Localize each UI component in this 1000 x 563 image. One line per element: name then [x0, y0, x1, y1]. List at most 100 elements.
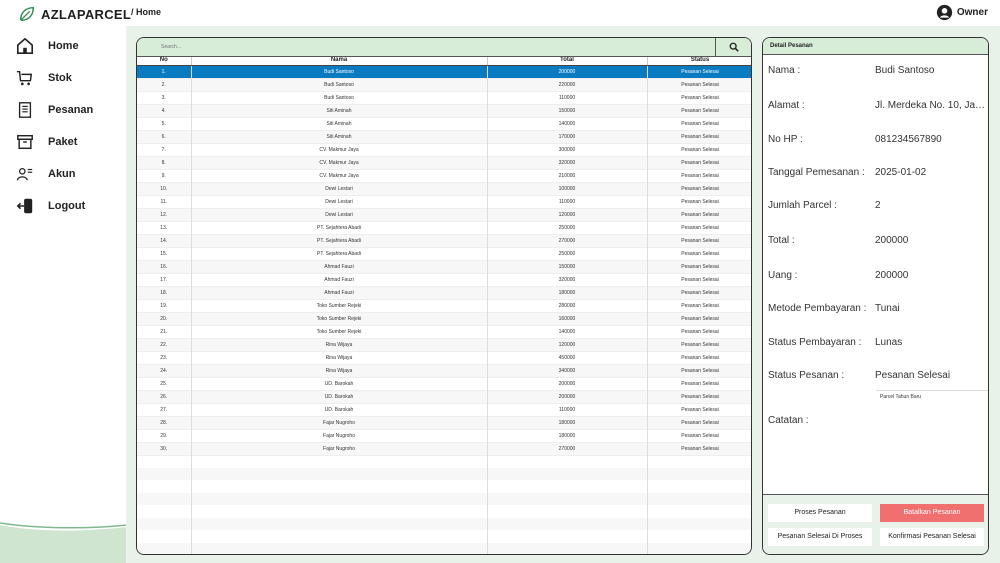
column-header-no[interactable]: No [137, 57, 192, 66]
cell-no: 26. [137, 390, 192, 403]
table-row[interactable]: 8. CV. Makmur Jaya 320000 Pesanan Selesai [137, 156, 751, 169]
detail-label: Tanggal Pemesanan : [768, 167, 865, 178]
sidebar-item-pesanan[interactable]: Pesanan [16, 101, 93, 119]
table-row[interactable]: 1. Budi Santoso 200000 Pesanan Selesai [137, 65, 751, 78]
detail-label: Metode Pembayaran : [768, 303, 867, 314]
table-row[interactable]: 22. Rina Wijaya 120000 Pesanan Selesai [137, 338, 751, 351]
cell-total: 110000 [487, 195, 648, 208]
cell-status: Pesanan Selesai [647, 182, 751, 195]
table-row[interactable]: 13. PT. Sejahtera Abadi 250000 Pesanan Sele… [137, 221, 751, 234]
logout-icon [16, 198, 33, 214]
cell-total: 110000 [487, 403, 648, 416]
cell-no: 14. [137, 234, 192, 247]
table-row[interactable]: 11. Dewi Lestari 110000 Pesanan Selesai [137, 195, 751, 208]
table-row[interactable]: 26. UD. Barokah 200000 Pesanan Selesai [137, 390, 751, 403]
table-row[interactable]: 29. Fajar Nugroho 180000 Pesanan Selesai [137, 429, 751, 442]
sidebar-item-paket[interactable]: Paket [16, 133, 77, 151]
confirm-complete-button[interactable]: Konfirmasi Pesanan Selesai [880, 528, 984, 546]
search-button[interactable] [715, 38, 751, 56]
process-order-button[interactable]: Proses Pesanan [768, 504, 872, 522]
table-row[interactable]: 4. Siti Aminah 150000 Pesanan Selesai [137, 104, 751, 117]
cell-nama: PT. Sejahtera Abadi [191, 234, 488, 247]
table-row[interactable]: 28. Fajar Nugroho 180000 Pesanan Selesai [137, 416, 751, 429]
table-row[interactable]: 23. Rina Wijaya 450000 Pesanan Selesai [137, 351, 751, 364]
table-row[interactable]: 9. CV. Makmur Jaya 210000 Pesanan Selesai [137, 169, 751, 182]
column-header-total[interactable]: Total [487, 57, 648, 66]
cell-total: 140000 [487, 325, 648, 338]
sidebar: Home Stok Pesanan Paket Akun Logout [0, 26, 127, 563]
detail-row: No HP : 081234567890 [768, 134, 987, 145]
cancel-order-button[interactable]: Batalkan Pesanan [880, 504, 984, 522]
detail-row: Total : 200000 [768, 235, 987, 246]
note-field[interactable]: Parcel Tahun Baru [876, 390, 988, 495]
table-row[interactable]: 3. Budi Santoso 110000 Pesanan Selesai [137, 91, 751, 104]
sidebar-item-label: Pesanan [48, 104, 94, 116]
table-row[interactable]: 5. Siti Aminah 140000 Pesanan Selesai [137, 117, 751, 130]
empty-cell [137, 505, 192, 518]
empty-table-row [137, 505, 751, 518]
table-row[interactable]: 30. Fajar Nugroho 270000 Pesanan Selesai [137, 442, 751, 455]
table-row[interactable]: 10. Dewi Lestari 100000 Pesanan Selesai [137, 182, 751, 195]
detail-value: Budi Santoso [875, 65, 935, 76]
empty-cell [137, 467, 192, 480]
order-processed-button[interactable]: Pesanan Selesai Di Proses [768, 528, 872, 546]
cell-nama: Dewi Lestari [191, 208, 488, 221]
cell-no: 15. [137, 247, 192, 260]
empty-cell [191, 530, 488, 543]
cell-status: Pesanan Selesai [647, 442, 751, 455]
empty-cell [487, 467, 648, 480]
top-bar: AZLAPARCEL / Home Owner [0, 0, 1000, 26]
empty-cell [487, 480, 648, 493]
table-row[interactable]: 20. Toko Sumber Rejeki 160000 Pesanan Seles… [137, 312, 751, 325]
table-row[interactable]: 24. Rina Wijaya 340000 Pesanan Selesai [137, 364, 751, 377]
cell-status: Pesanan Selesai [647, 377, 751, 390]
cell-status: Pesanan Selesai [647, 325, 751, 338]
search-input[interactable] [137, 38, 715, 56]
cell-nama: Ahmad Fauzi [191, 273, 488, 286]
column-header-status[interactable]: Status [647, 57, 751, 66]
table-header-row: No Nama Total Status [137, 57, 751, 66]
cell-no: 7. [137, 143, 192, 156]
cell-no: 30. [137, 442, 192, 455]
sidebar-item-stok[interactable]: Stok [16, 69, 72, 87]
empty-cell [487, 492, 648, 505]
table-row[interactable]: 18. Ahmad Fauzi 180000 Pesanan Selesai [137, 286, 751, 299]
table-row[interactable]: 7. CV. Makmur Jaya 300000 Pesanan Selesai [137, 143, 751, 156]
cell-total: 180000 [487, 286, 648, 299]
table-row[interactable]: 2. Budi Santoso 220000 Pesanan Selesai [137, 78, 751, 91]
user-avatar-icon [936, 4, 953, 21]
table-row[interactable]: 6. Siti Aminah 170000 Pesanan Selesai [137, 130, 751, 143]
detail-label: Status Pembayaran : [768, 337, 862, 348]
cell-nama: Budi Santoso [191, 91, 488, 104]
sidebar-item-home[interactable]: Home [16, 37, 79, 55]
cell-nama: UD. Barokah [191, 403, 488, 416]
cell-no: 29. [137, 429, 192, 442]
table-row[interactable]: 19. Toko Sumber Rejeki 280000 Pesanan Seles… [137, 299, 751, 312]
table-row[interactable]: 27. UD. Barokah 110000 Pesanan Selesai [137, 403, 751, 416]
sidebar-item-logout[interactable]: Logout [16, 197, 85, 215]
sidebar-item-label: Paket [48, 136, 78, 148]
table-row[interactable]: 25. UD. Barokah 200000 Pesanan Selesai [137, 377, 751, 390]
table-row[interactable]: 21. Toko Sumber Rejeki 140000 Pesanan Seles… [137, 325, 751, 338]
empty-cell [191, 455, 488, 468]
cell-no: 1. [137, 65, 192, 78]
sidebar-item-akun[interactable]: Akun [16, 165, 76, 183]
empty-cell [487, 530, 648, 543]
detail-row: Uang : 200000 [768, 270, 987, 281]
user-menu[interactable]: Owner [936, 4, 988, 21]
detail-row: Jumlah Parcel : 2 [768, 200, 987, 211]
table-row[interactable]: 15. PT. Sejahtera Abadi 250000 Pesanan Sele… [137, 247, 751, 260]
app-logo: AZLAPARCEL [18, 5, 131, 23]
cell-status: Pesanan Selesai [647, 286, 751, 299]
breadcrumb: / Home [131, 7, 162, 17]
column-header-nama[interactable]: Nama [191, 57, 488, 66]
empty-cell [191, 517, 488, 530]
table-row[interactable]: 17. Ahmad Fauzi 320000 Pesanan Selesai [137, 273, 751, 286]
cell-total: 160000 [487, 312, 648, 325]
table-row[interactable]: 16. Ahmad Fauzi 150000 Pesanan Selesai [137, 260, 751, 273]
detail-value: Jl. Merdeka No. 10, Jakarta [875, 100, 987, 111]
table-row[interactable]: 12. Dewi Lestari 120000 Pesanan Selesai [137, 208, 751, 221]
detail-value: 2025-01-02 [875, 167, 927, 178]
table-row[interactable]: 14. PT. Sejahtera Abadi 270000 Pesanan Sele… [137, 234, 751, 247]
cell-status: Pesanan Selesai [647, 364, 751, 377]
